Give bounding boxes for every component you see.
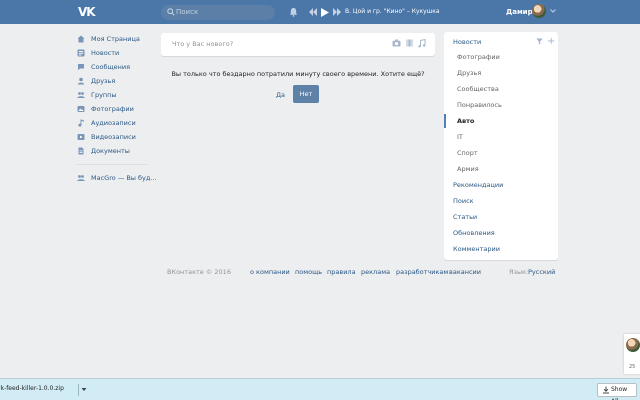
sidebar-item-label: Моя Страница xyxy=(91,35,140,43)
filter-it[interactable]: IT xyxy=(457,133,463,142)
sidebar-item-label: Сообщения xyxy=(91,63,131,71)
filter-news[interactable]: Новости xyxy=(453,38,481,47)
download-item-name[interactable]: vk-feed-killer-1.0.0.zip xyxy=(0,384,64,394)
filter-sport[interactable]: Спорт xyxy=(457,149,478,158)
feed-killer-question: Вы только что бездарно потратили минуту … xyxy=(171,70,425,78)
filter-photos[interactable]: Фотографии xyxy=(457,53,500,62)
sidebar-item-my-page[interactable]: Моя Страница xyxy=(77,32,151,46)
news-icon xyxy=(77,49,85,57)
footer-link-about[interactable]: о компании xyxy=(250,268,290,277)
filter-auto[interactable]: Авто xyxy=(457,117,474,126)
footer-language-link[interactable]: Русский xyxy=(528,268,555,277)
audio-player xyxy=(309,7,341,17)
chevron-down-icon[interactable] xyxy=(81,387,87,392)
sidebar-item-label: MacGro — Вы буд... xyxy=(91,174,157,182)
post-composer[interactable]: Что у Вас нового? xyxy=(161,33,435,56)
news-filter-panel: Новости + Фотографии Друзья Сообщества П… xyxy=(444,32,558,260)
sidebar-item-news[interactable]: Новости xyxy=(77,46,151,60)
photos-icon xyxy=(77,106,85,112)
groups-icon xyxy=(77,92,85,98)
sidebar-item-label: Аудиозаписи xyxy=(91,119,136,127)
filter-search[interactable]: Поиск xyxy=(453,197,474,206)
chat-widget[interactable]: 25 xyxy=(624,334,640,374)
prev-icon[interactable] xyxy=(309,8,317,16)
search-icon xyxy=(167,8,175,16)
video-icon[interactable] xyxy=(406,39,413,47)
top-header: VK Поиск В. Цой и гр. "Кино" – Кукушка Д… xyxy=(0,0,640,24)
footer-link-help[interactable]: помощь xyxy=(295,268,322,277)
avatar[interactable] xyxy=(532,4,546,18)
sidebar-item-documents[interactable]: Документы xyxy=(77,144,151,158)
download-bar: vk-feed-killer-1.0.0.zip Show All xyxy=(0,378,640,400)
video-icon xyxy=(77,134,85,140)
search-placeholder: Поиск xyxy=(176,8,199,16)
sidebar-item-label: Группы xyxy=(91,91,117,99)
sidebar-item-label: Документы xyxy=(91,147,130,155)
add-filter-icon[interactable]: + xyxy=(547,37,555,47)
filter-recommendations[interactable]: Рекомендации xyxy=(453,181,503,190)
filter-army[interactable]: Армия xyxy=(457,165,479,174)
footer-language-label: Язык: xyxy=(509,268,529,276)
filter-friends[interactable]: Друзья xyxy=(457,69,481,78)
filter-articles[interactable]: Статьи xyxy=(453,213,477,222)
filter-communities[interactable]: Сообщества xyxy=(457,85,499,94)
active-filter-indicator xyxy=(444,114,446,128)
users-icon xyxy=(77,175,85,181)
bell-icon[interactable] xyxy=(289,7,298,17)
footer-link-rules[interactable]: правила xyxy=(327,268,356,277)
footer-link-developers[interactable]: разработчикам xyxy=(396,268,448,277)
music-icon xyxy=(78,119,84,127)
filter-liked[interactable]: Понравилось xyxy=(457,101,502,110)
yes-button[interactable]: Да xyxy=(272,88,289,102)
sidebar-divider xyxy=(77,164,147,165)
sidebar-item-messages[interactable]: Сообщения xyxy=(77,60,151,74)
filter-updates[interactable]: Обновления xyxy=(453,229,495,238)
home-icon xyxy=(77,35,85,43)
chevron-down-icon[interactable] xyxy=(550,8,556,14)
friends-icon xyxy=(77,77,85,85)
sidebar-item-friends[interactable]: Друзья xyxy=(77,74,151,88)
vk-logo[interactable]: VK xyxy=(78,5,96,19)
sidebar-item-label: Фотографии xyxy=(91,105,134,113)
download-divider xyxy=(78,384,79,396)
play-icon[interactable] xyxy=(321,7,329,17)
chat-count: 25 xyxy=(629,364,636,370)
sidebar-item-label: Друзья xyxy=(91,77,116,85)
footer-link-jobs[interactable]: вакансии xyxy=(449,268,481,277)
sidebar-item-music[interactable]: Аудиозаписи xyxy=(77,116,151,130)
next-icon[interactable] xyxy=(333,8,341,16)
post-input-placeholder: Что у Вас нового? xyxy=(172,40,234,48)
no-button[interactable]: Нет xyxy=(293,85,319,103)
sidebar-item-photos[interactable]: Фотографии xyxy=(77,102,151,116)
filter-icon[interactable] xyxy=(536,38,543,45)
messages-icon xyxy=(78,64,84,71)
camera-icon[interactable] xyxy=(392,39,401,47)
sidebar-item-label: Новости xyxy=(91,49,120,57)
download-icon xyxy=(603,386,609,394)
footer-link-ads[interactable]: реклама xyxy=(361,268,390,277)
search-input[interactable]: Поиск xyxy=(161,5,275,20)
sidebar-item-groups[interactable]: Группы xyxy=(77,88,151,102)
sidebar-item-videos[interactable]: Видеозаписи xyxy=(77,130,151,144)
left-sidebar: Моя Страница Новости Сообщения Друзья Гр… xyxy=(77,32,157,185)
post-attachments xyxy=(392,39,426,48)
sidebar-item-label: Видеозаписи xyxy=(91,133,136,141)
chat-avatar[interactable] xyxy=(626,338,640,352)
user-name[interactable]: Дамир xyxy=(506,7,533,17)
music-icon[interactable] xyxy=(418,39,426,48)
documents-icon xyxy=(78,147,84,155)
sidebar-item-macgro[interactable]: MacGro — Вы буд... xyxy=(77,171,157,185)
filter-comments[interactable]: Комментарии xyxy=(453,245,500,254)
footer-copyright: ВКонтакте © 2016 xyxy=(167,268,231,276)
show-all-label: Show All xyxy=(611,386,628,400)
now-playing-track[interactable]: В. Цой и гр. "Кино" – Кукушка xyxy=(345,8,440,16)
show-all-button[interactable]: Show All xyxy=(597,383,637,400)
